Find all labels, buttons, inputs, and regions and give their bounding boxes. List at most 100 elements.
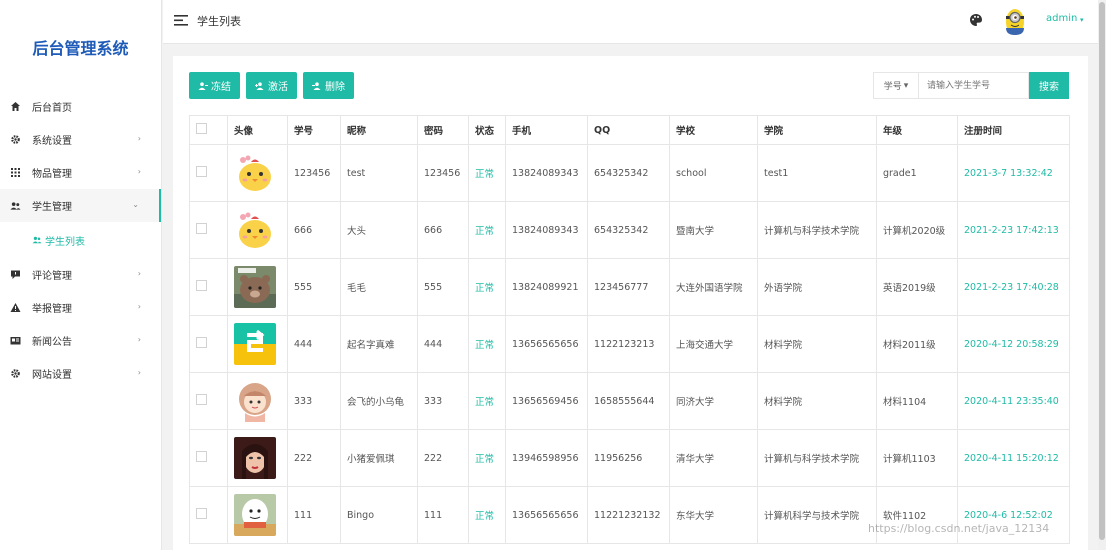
sidebar-subitem-student-list[interactable]: 学生列表: [0, 222, 161, 258]
checkbox[interactable]: [196, 123, 207, 134]
sidebar-item-label: 系统设置: [32, 136, 72, 147]
table-row[interactable]: 123456 test 123456 正常 13824089343 654325…: [189, 144, 1070, 202]
cell-phone: 13656569456: [505, 372, 588, 430]
row-select[interactable]: [189, 144, 228, 202]
search-button[interactable]: 搜索: [1029, 72, 1069, 99]
table-header: 头像: [227, 115, 288, 145]
cell-college: 材料学院: [757, 315, 877, 373]
sidebar-nav: 后台首页 系统设置 › 物品管理 › 学生管理 ⌄ 学生列表 评论管理 › 举报…: [0, 90, 161, 390]
news-icon: [10, 335, 21, 346]
activate-button[interactable]: 激活: [246, 72, 297, 99]
cell-status: 正常: [468, 144, 506, 202]
cell-register-time: 2021-3-7 13:32:42: [957, 144, 1070, 202]
cell-qq: 654325342: [587, 201, 670, 259]
toolbar: 冻结 激活 删除: [189, 72, 354, 99]
sidebar-item-items[interactable]: 物品管理 ›: [0, 156, 161, 189]
cell-grade: 材料1104: [876, 372, 958, 430]
scrollbar-thumb[interactable]: [1099, 2, 1105, 540]
sidebar-item-label: 学生管理: [32, 202, 72, 213]
sidebar-item-home[interactable]: 后台首页: [0, 90, 161, 123]
table-row[interactable]: 666 大头 666 正常 13824089343 654325342 暨南大学…: [189, 201, 1070, 259]
row-select[interactable]: [189, 315, 228, 373]
checkbox[interactable]: [196, 337, 207, 348]
cell-school: 清华大学: [669, 429, 758, 487]
sidebar-item-label: 评论管理: [32, 271, 72, 282]
checkbox[interactable]: [196, 166, 207, 177]
checkbox[interactable]: [196, 280, 207, 291]
scrollbar[interactable]: [1098, 0, 1106, 550]
sidebar-item-label: 网站设置: [32, 370, 72, 381]
cell-nickname: Bingo: [340, 486, 418, 544]
row-select[interactable]: [189, 201, 228, 259]
table-row[interactable]: 333 会飞的小乌龟 333 正常 13656569456 1658555644…: [189, 372, 1070, 430]
checkbox[interactable]: [196, 451, 207, 462]
sidebar-item-students[interactable]: 学生管理 ⌄: [0, 189, 161, 222]
table-header: 学号: [287, 115, 341, 145]
avatar-cell: [227, 429, 288, 487]
freeze-button[interactable]: 冻结: [189, 72, 240, 99]
cell-college: 外语学院: [757, 258, 877, 316]
cell-school: 同济大学: [669, 372, 758, 430]
sidebar-item-label: 新闻公告: [32, 337, 72, 348]
cell-password: 666: [417, 201, 469, 259]
sidebar-item-comments[interactable]: 评论管理 ›: [0, 258, 161, 291]
cell-qq: 1122123213: [587, 315, 670, 373]
row-select[interactable]: [189, 372, 228, 430]
table-header: 手机: [505, 115, 588, 145]
avatar-cell: [227, 372, 288, 430]
cell-grade: 计算机1103: [876, 429, 958, 487]
row-select[interactable]: [189, 258, 228, 316]
student-table: 头像 学号 昵称 密码 状态 手机 QQ 学校 学院 年级 注册时间 12345…: [189, 115, 1070, 544]
sidebar-item-reports[interactable]: 举报管理 ›: [0, 291, 161, 324]
search-field-select[interactable]: 学号 ▾: [873, 72, 919, 99]
gear-icon: [10, 368, 21, 379]
cell-nickname: 会飞的小乌龟: [340, 372, 418, 430]
cell-id: 333: [287, 372, 341, 430]
cell-password: 111: [417, 486, 469, 544]
menu-toggle-icon[interactable]: [174, 14, 189, 27]
chevron-right-icon: ›: [137, 269, 141, 278]
header-select-all[interactable]: [189, 115, 228, 145]
avatar-cell: [227, 486, 288, 544]
user-avatar[interactable]: [1003, 6, 1027, 36]
table-row[interactable]: 555 毛毛 555 正常 13824089921 123456777 大连外国…: [189, 258, 1070, 316]
cell-school: school: [669, 144, 758, 202]
chevron-right-icon: ›: [137, 134, 141, 143]
users-icon: [10, 200, 21, 211]
delete-button[interactable]: 删除: [303, 72, 354, 99]
caret-down-icon[interactable]: ▾: [1080, 16, 1084, 24]
cell-status: 正常: [468, 201, 506, 259]
search-input[interactable]: [919, 72, 1029, 99]
activate-label: 激活: [268, 82, 288, 93]
avatar-cell: [227, 315, 288, 373]
table-body: 123456 test 123456 正常 13824089343 654325…: [189, 144, 1070, 544]
user-plus-icon: [255, 81, 264, 90]
table-row[interactable]: 444 起名字真难 444 正常 13656565656 1122123213 …: [189, 315, 1070, 373]
cell-id: 555: [287, 258, 341, 316]
table-row[interactable]: 222 小猪爱佩琪 222 正常 13946598956 11956256 清华…: [189, 429, 1070, 487]
avatar: [234, 494, 276, 536]
cell-register-time: 2021-2-23 17:40:28: [957, 258, 1070, 316]
sidebar-item-system-settings[interactable]: 系统设置 ›: [0, 123, 161, 156]
cell-phone: 13824089343: [505, 144, 588, 202]
chevron-right-icon: ›: [137, 167, 141, 176]
chevron-right-icon: ›: [137, 368, 141, 377]
row-select[interactable]: [189, 486, 228, 544]
page-title: 学生列表: [197, 15, 241, 28]
cell-qq: 11956256: [587, 429, 670, 487]
checkbox[interactable]: [196, 394, 207, 405]
palette-icon[interactable]: [969, 13, 983, 27]
row-select[interactable]: [189, 429, 228, 487]
grid-icon: [10, 167, 21, 178]
avatar-cell: [227, 258, 288, 316]
checkbox[interactable]: [196, 508, 207, 519]
topbar: 学生列表 admin ▾: [163, 0, 1099, 44]
sidebar-item-news[interactable]: 新闻公告 ›: [0, 324, 161, 357]
users-icon: [32, 236, 42, 244]
user-name[interactable]: admin: [1046, 13, 1077, 24]
checkbox[interactable]: [196, 223, 207, 234]
cell-id: 111: [287, 486, 341, 544]
avatar: [234, 266, 276, 308]
sidebar-item-site-settings[interactable]: 网站设置 ›: [0, 357, 161, 390]
cell-password: 123456: [417, 144, 469, 202]
